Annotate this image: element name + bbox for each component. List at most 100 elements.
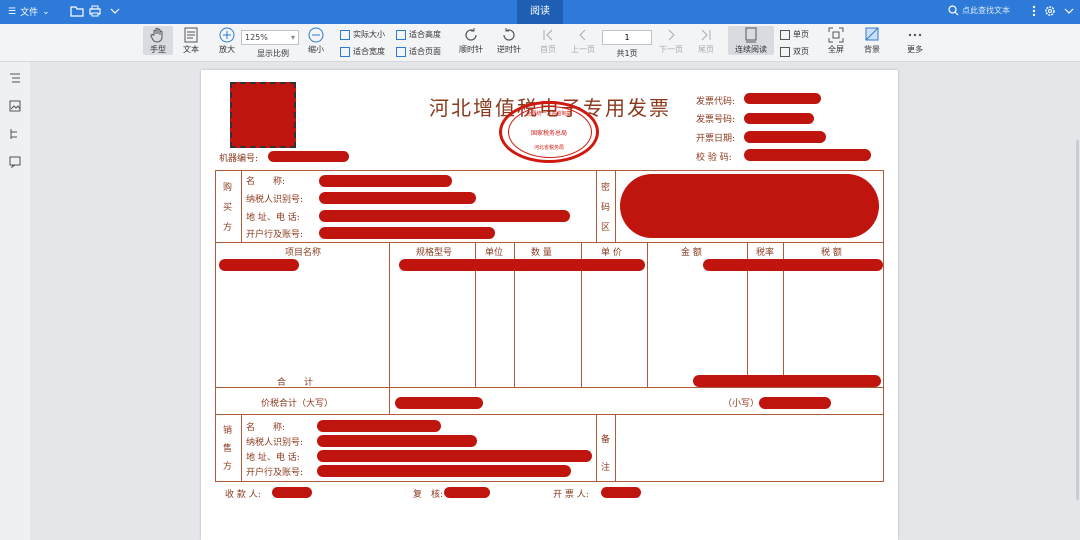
- more-vertical-icon[interactable]: [1027, 4, 1041, 18]
- hand-tool-button[interactable]: 手型: [143, 26, 173, 55]
- reviewer-label: 复 核:: [413, 490, 444, 500]
- cipher-area-redacted: [620, 174, 879, 238]
- seal-bottom-text: 河北省税务局: [533, 145, 564, 151]
- prev-page-label: 上一页: [571, 45, 595, 54]
- rotate-ccw-button[interactable]: 逆时针: [494, 26, 524, 55]
- background-label: 背景: [864, 45, 880, 54]
- actual-size-icon: [340, 29, 350, 40]
- tab-read[interactable]: 阅读: [517, 0, 563, 24]
- redaction-mark: [399, 259, 645, 271]
- continuous-read-icon: [745, 27, 757, 43]
- search-box[interactable]: 点此查找文本: [948, 5, 1010, 16]
- continuous-label: 连续阅读: [735, 45, 767, 54]
- redaction-mark: [601, 487, 641, 498]
- hand-label: 手型: [150, 45, 166, 54]
- double-page-icon: [780, 46, 790, 57]
- fit-width-icon: [340, 46, 350, 57]
- col-amount: 金 额: [681, 248, 702, 258]
- issue-date-label: 开票日期:: [696, 134, 736, 144]
- actual-size-button[interactable]: 实际大小: [340, 29, 385, 40]
- machine-no-label: 机器编号:: [219, 154, 259, 164]
- print-icon[interactable]: [88, 4, 102, 18]
- total-pages-label: 共1页: [616, 49, 638, 58]
- amount-in-words-label: 价税合计（大写）: [261, 399, 334, 409]
- fit-height-icon: [396, 29, 406, 40]
- gear-icon[interactable]: [1043, 4, 1057, 18]
- document-page[interactable]: 河北增值税电子专用发票 全国统一发票监制章 国家税务总局 河北省税务局 发票代码…: [201, 70, 898, 540]
- cipher-area-label: 密码区: [601, 183, 611, 233]
- fit-page-button[interactable]: 适合页面: [396, 46, 441, 57]
- background-button[interactable]: 背景: [858, 26, 886, 55]
- first-page-button[interactable]: 首页: [536, 26, 560, 55]
- toolbar: 手型 文本 放大 125% ▾ 显示比例 缩小 实际大小 适合宽度 适合高度 适合…: [0, 24, 1080, 62]
- redaction-mark: [744, 113, 814, 124]
- last-page-button[interactable]: 尾页: [694, 26, 718, 55]
- vertical-scrollbar[interactable]: [1076, 140, 1079, 500]
- hand-icon: [150, 27, 163, 43]
- search-icon: [948, 5, 959, 16]
- redaction-mark: [744, 93, 821, 104]
- buyer-name-label: 名 称:: [246, 177, 286, 187]
- prev-page-button[interactable]: 上一页: [568, 26, 598, 55]
- zoom-select[interactable]: 125% ▾: [241, 30, 299, 45]
- page-number-input[interactable]: 1: [602, 30, 652, 45]
- seller-name-label: 名 称:: [246, 423, 286, 433]
- redaction-mark: [317, 465, 571, 477]
- zoom-in-button[interactable]: 放大: [214, 26, 240, 55]
- tree-icon[interactable]: [9, 128, 21, 140]
- seller-taxid-label: 纳税人识别号:: [246, 438, 304, 448]
- text-tool-button[interactable]: 文本: [178, 26, 204, 55]
- thumbnail-icon[interactable]: [9, 100, 21, 112]
- redaction-mark: [319, 210, 570, 222]
- qr-code-redacted: [230, 82, 296, 148]
- search-placeholder: 点此查找文本: [962, 6, 1010, 15]
- more-horizontal-icon: [908, 33, 922, 37]
- chevron-down-icon: ⌄: [42, 6, 50, 17]
- double-page-button[interactable]: 双页: [780, 46, 809, 57]
- zoom-out-button[interactable]: 缩小: [303, 26, 329, 55]
- single-page-label: 单页: [793, 30, 809, 39]
- seller-address-label: 地 址、电 话:: [246, 453, 300, 463]
- fit-width-button[interactable]: 适合宽度: [340, 46, 385, 57]
- rotate-counterclockwise-icon: [503, 28, 515, 41]
- single-page-button[interactable]: 单页: [780, 29, 809, 40]
- rotate-cw-label: 顺时针: [459, 45, 483, 54]
- rotate-cw-button[interactable]: 顺时针: [456, 26, 486, 55]
- text-label: 文本: [183, 45, 199, 54]
- redaction-mark: [703, 259, 883, 271]
- buyer-taxid-label: 纳税人识别号:: [246, 195, 304, 205]
- payee-label: 收 款 人:: [225, 490, 261, 500]
- double-page-label: 双页: [793, 47, 809, 56]
- zoom-value: 125%: [245, 33, 268, 42]
- seller-side-label: 销售方: [223, 426, 233, 472]
- col-tax-amount: 税 额: [821, 248, 842, 258]
- outline-icon[interactable]: [9, 72, 21, 84]
- col-quantity: 数 量: [531, 248, 552, 258]
- fit-height-button[interactable]: 适合高度: [396, 29, 441, 40]
- zoom-ratio-label: 显示比例: [257, 49, 289, 58]
- folder-icon[interactable]: [70, 4, 84, 18]
- fullscreen-label: 全屏: [828, 45, 844, 54]
- file-menu[interactable]: ☰ 文件 ⌄: [8, 5, 50, 19]
- redaction-mark: [272, 487, 312, 498]
- chevron-down-icon[interactable]: [1062, 4, 1076, 18]
- next-page-button[interactable]: 下一页: [656, 26, 686, 55]
- more-button[interactable]: 更多: [902, 26, 928, 55]
- actual-size-label: 实际大小: [353, 30, 385, 39]
- next-page-label: 下一页: [659, 45, 683, 54]
- fullscreen-button[interactable]: 全屏: [824, 26, 848, 55]
- chevron-left-icon: [579, 29, 586, 41]
- top-bar: ☰ 文件 ⌄ 阅读 点此查找文本: [0, 0, 1080, 24]
- redaction-mark: [319, 192, 476, 204]
- drawer-label: 开 票 人:: [553, 490, 589, 500]
- comment-icon[interactable]: [9, 156, 21, 168]
- fit-height-label: 适合高度: [409, 30, 441, 39]
- col-unit: 单位: [485, 248, 504, 258]
- redaction-mark: [693, 375, 881, 387]
- dropdown-arrow-icon[interactable]: [108, 4, 122, 18]
- buyer-side-label: 购买方: [223, 183, 233, 233]
- fit-page-label: 适合页面: [409, 47, 441, 56]
- redaction-mark: [319, 227, 495, 239]
- continuous-read-button[interactable]: 连续阅读: [728, 26, 774, 55]
- rotate-clockwise-icon: [465, 28, 477, 41]
